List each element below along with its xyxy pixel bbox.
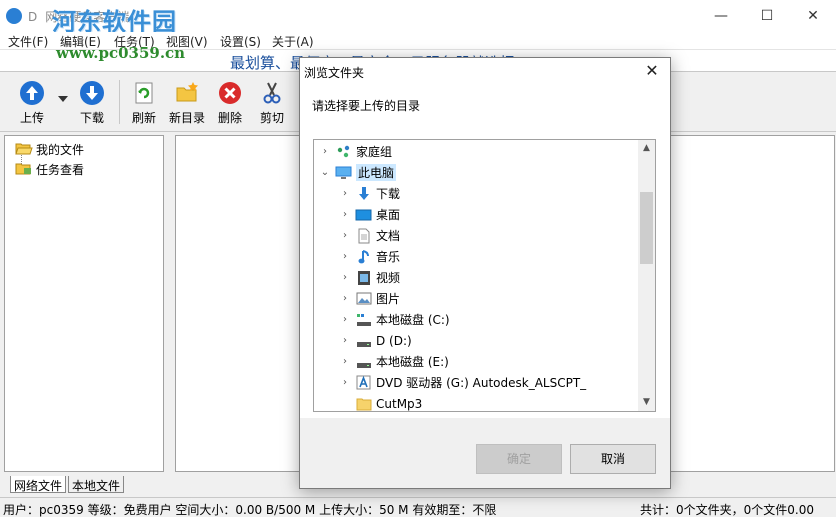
upload-icon [20,81,44,105]
tree-node-pictures[interactable]: › 图片 [338,288,400,309]
menu-file[interactable]: 文件(F) [8,33,48,50]
upload-button[interactable]: 上传 [10,78,54,128]
cancel-button[interactable]: 取消 [570,444,656,474]
tree-node-music[interactable]: › 音乐 [338,246,400,267]
drive-icon [355,354,372,370]
minimize-button[interactable]: — [698,0,744,32]
collapse-arrow[interactable]: ⌄ [318,167,332,178]
upload-dropdown-arrow[interactable] [58,96,68,102]
new-folder-icon [176,82,198,102]
dialog-instruction: 请选择要上传的目录 [312,99,421,113]
tree-node-drive-c[interactable]: › 本地磁盘 (C:) [338,309,450,330]
download-folder-icon [355,186,372,202]
refresh-icon [135,82,153,104]
new-folder-button[interactable]: 新目录 [165,78,209,128]
scissors-icon [263,82,281,104]
refresh-button[interactable]: 刷新 [122,78,166,128]
dialog-title: 浏览文件夹 [304,66,365,80]
tree-node-cutmp3[interactable]: CutMp3 [338,393,422,412]
tree-node-dvd-drive[interactable]: › DVD 驱动器 (G:) Autodesk_ALSCPT_ [338,372,586,393]
delete-button[interactable]: 删除 [208,78,252,128]
tree-node-homegroup[interactable]: › 家庭组 [318,141,392,162]
tree-scrollbar[interactable]: ▲ ▼ [638,140,655,411]
app-icon [6,8,22,24]
expand-arrow[interactable]: › [338,230,352,241]
tree-node-this-pc[interactable]: ⌄ 此电脑 [318,162,397,183]
status-bar: 用户：pc0359 等级：免费用户 空间大小：0.00 B/500 M 上传大小… [0,497,836,517]
cut-button[interactable]: 剪切 [250,78,294,128]
open-folder-icon [15,143,33,155]
tree-node-videos[interactable]: › 视频 [338,267,400,288]
expand-arrow[interactable]: › [338,209,352,220]
folder-tree-pane: 我的文件 任务查看 [4,135,164,472]
desktop-folder-icon [355,207,372,223]
pictures-folder-icon [355,291,372,307]
homegroup-icon [335,144,352,160]
folder-browser-tree: › 家庭组 ⌄ 此电脑 › 下载 › 桌面 › 文档 › 音乐 › 视频 › 图… [313,139,656,412]
dialog-footer: 确定 取消 [300,418,670,488]
toolbar-separator [119,80,120,124]
expand-arrow[interactable]: › [338,293,352,304]
menu-settings[interactable]: 设置(S) [220,33,261,50]
scroll-thumb[interactable] [640,192,653,264]
expand-arrow[interactable]: › [338,356,352,367]
drive-icon [355,333,372,349]
music-folder-icon [355,249,372,265]
tab-network-files[interactable]: 网络文件 [10,476,67,493]
tree-item-task-view[interactable]: 任务查看 [15,160,84,178]
system-drive-icon [355,312,372,328]
title-bar: D 网络硬盘客户端 河东软件园 — ☐ ✕ [0,0,836,36]
task-folder-icon [15,163,31,175]
scroll-down-arrow[interactable]: ▼ [638,394,655,411]
folder-icon [355,396,372,412]
ok-button[interactable]: 确定 [476,444,562,474]
tree-node-documents[interactable]: › 文档 [338,225,400,246]
watermark-url: www.pc0359.cn [56,44,186,62]
expand-arrow[interactable]: › [338,377,352,388]
computer-icon [335,165,352,181]
status-user-info: 用户：pc0359 等级：免费用户 空间大小：0.00 B/500 M 上传大小… [3,503,497,517]
tab-local-files[interactable]: 本地文件 [68,476,125,493]
expand-arrow[interactable]: › [338,272,352,283]
videos-folder-icon [355,270,372,286]
delete-icon [219,82,241,104]
tree-node-drive-d[interactable]: › D (D:) [338,330,412,351]
status-file-count: 共计：0个文件夹，0个文件0.00 [640,503,814,517]
download-icon [80,81,104,105]
tree-node-downloads[interactable]: › 下载 [338,183,400,204]
expand-arrow[interactable]: › [318,146,332,157]
close-button[interactable]: ✕ [790,0,836,32]
scroll-up-arrow[interactable]: ▲ [638,140,655,157]
documents-folder-icon [355,228,372,244]
download-button[interactable]: 下载 [70,78,114,128]
tree-item-my-files[interactable]: 我的文件 [15,140,84,158]
dialog-title-bar: 浏览文件夹 ✕ [300,58,670,84]
dialog-close-button[interactable]: ✕ [642,61,662,81]
dvd-drive-icon [355,375,372,391]
expand-arrow[interactable]: › [338,314,352,325]
expand-arrow[interactable]: › [338,335,352,346]
tree-node-desktop[interactable]: › 桌面 [338,204,400,225]
expand-arrow[interactable]: › [338,188,352,199]
browse-folder-dialog: 浏览文件夹 ✕ 请选择要上传的目录 › 家庭组 ⌄ 此电脑 › 下载 › 桌面 … [299,57,671,489]
menu-about[interactable]: 关于(A) [272,33,314,50]
expand-arrow[interactable]: › [338,251,352,262]
tree-node-drive-e[interactable]: › 本地磁盘 (E:) [338,351,449,372]
maximize-button[interactable]: ☐ [744,0,790,32]
